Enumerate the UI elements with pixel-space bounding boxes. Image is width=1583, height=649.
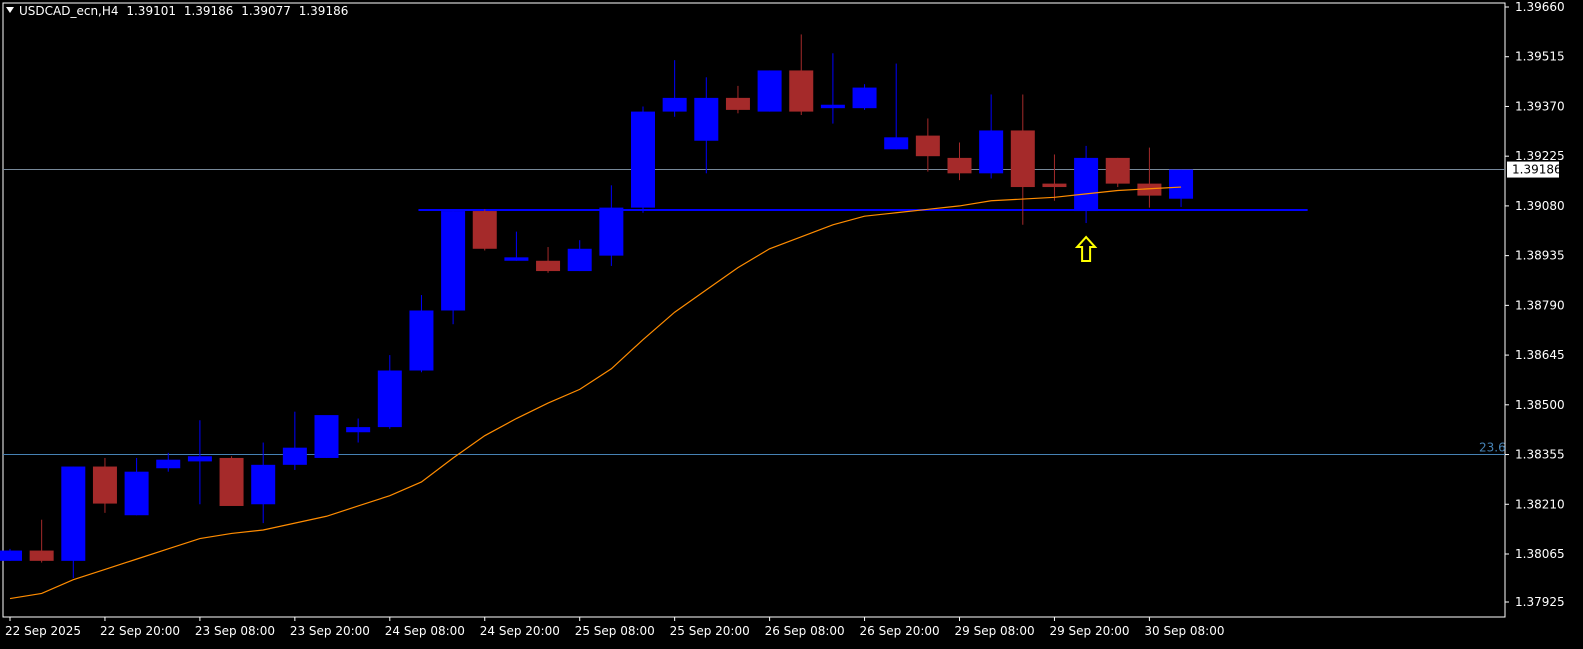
x-tick-label: 22 Sep 20:00 <box>100 624 180 638</box>
current-price-label: 1.39186 <box>1512 163 1562 177</box>
moving-average-line <box>9 186 1182 600</box>
candle-body[interactable] <box>536 260 561 272</box>
y-tick-label: 1.38645 <box>1515 348 1565 362</box>
candle-body[interactable] <box>409 310 434 371</box>
candle-body[interactable] <box>725 97 750 110</box>
candle-body[interactable] <box>1074 157 1099 212</box>
candle-body[interactable] <box>694 97 719 141</box>
candle-body[interactable] <box>441 211 466 311</box>
price-chart[interactable]: 1.39660 1.39515 1.39370 1.39225 1.39080 1.389… <box>0 0 1583 649</box>
x-tick-label: 26 Sep 08:00 <box>765 624 845 638</box>
x-tick-label: 24 Sep 20:00 <box>480 624 560 638</box>
candle-body[interactable] <box>156 459 181 469</box>
y-tick-label: 1.38790 <box>1515 298 1565 312</box>
y-tick-label: 1.39660 <box>1515 0 1565 14</box>
y-tick-label: 1.38355 <box>1515 448 1565 462</box>
candle-body[interactable] <box>314 415 339 458</box>
x-tick-label: 29 Sep 08:00 <box>955 624 1035 638</box>
candle-body[interactable] <box>947 157 972 174</box>
x-tick-label: 25 Sep 20:00 <box>670 624 750 638</box>
candle-body[interactable] <box>599 207 624 256</box>
candle-body[interactable] <box>504 257 529 261</box>
candle-body[interactable] <box>251 464 276 505</box>
y-tick-label: 1.37925 <box>1515 595 1565 609</box>
x-tick-label: 25 Sep 08:00 <box>575 624 655 638</box>
candle-body[interactable] <box>1169 169 1194 199</box>
x-tick-label: 29 Sep 20:00 <box>1049 624 1129 638</box>
candle-body[interactable] <box>757 70 782 112</box>
y-tick-label: 1.39080 <box>1515 199 1565 213</box>
candle-body[interactable] <box>0 550 22 561</box>
candle-body[interactable] <box>282 447 307 465</box>
x-tick-label: 22 Sep 2025 <box>5 624 81 638</box>
candle-body[interactable] <box>567 248 592 272</box>
candle-body[interactable] <box>124 471 149 516</box>
candle-body[interactable] <box>187 456 212 462</box>
up-arrow-icon[interactable] <box>1074 235 1098 263</box>
candle-body[interactable] <box>1042 183 1067 188</box>
y-tick-label: 1.39225 <box>1515 149 1565 163</box>
x-tick-label: 23 Sep 08:00 <box>195 624 275 638</box>
x-tick-label: 24 Sep 08:00 <box>385 624 465 638</box>
candle-body[interactable] <box>29 550 54 561</box>
x-tick-label: 23 Sep 20:00 <box>290 624 370 638</box>
y-tick-label: 1.38065 <box>1515 547 1565 561</box>
candle-body[interactable] <box>346 427 371 433</box>
candle-body[interactable] <box>852 87 877 109</box>
candle-body[interactable] <box>472 211 497 249</box>
candle-body[interactable] <box>884 137 909 150</box>
candle-body[interactable] <box>631 111 655 208</box>
y-tick-label: 1.38935 <box>1515 249 1565 263</box>
y-tick-label: 1.39515 <box>1515 50 1565 64</box>
candle-body[interactable] <box>662 97 687 112</box>
y-tick-label: 1.39370 <box>1515 99 1565 113</box>
candle-body[interactable] <box>377 370 402 428</box>
candle-body[interactable] <box>1010 130 1035 188</box>
candle-body[interactable] <box>789 70 814 112</box>
plot-frame <box>2 2 1506 618</box>
candle-body[interactable] <box>820 104 845 109</box>
candle-body[interactable] <box>61 466 86 561</box>
candle-body[interactable] <box>92 466 117 504</box>
fib-level-label: 23.6 <box>1479 441 1506 455</box>
x-tick-label: 30 Sep 08:00 <box>1144 624 1224 638</box>
x-tick-label: 26 Sep 20:00 <box>860 624 940 638</box>
y-tick-label: 1.38500 <box>1515 398 1565 412</box>
candle-body[interactable] <box>915 135 940 157</box>
candle-body[interactable] <box>979 130 1004 174</box>
candle-body[interactable] <box>219 457 244 506</box>
y-tick-label: 1.38210 <box>1515 497 1565 511</box>
candle-body[interactable] <box>1105 157 1130 184</box>
